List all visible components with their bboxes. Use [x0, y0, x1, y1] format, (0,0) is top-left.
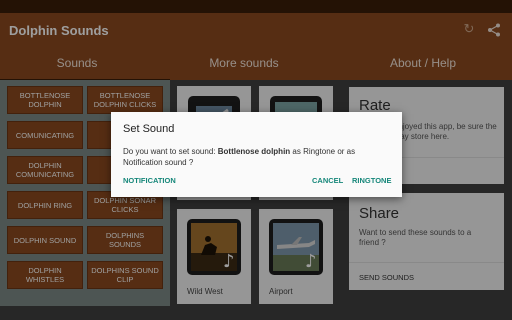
dialog-message: Do you want to set sound: Bottlenose dol…: [123, 146, 393, 168]
cancel-button[interactable]: CANCEL: [312, 176, 343, 185]
dialog-sound-name: Bottlenose dolphin: [217, 147, 291, 156]
set-sound-dialog: Set Sound Do you want to set sound: Bott…: [111, 112, 402, 197]
notification-button[interactable]: NOTIFICATION: [123, 176, 176, 185]
dialog-title: Set Sound: [123, 123, 175, 135]
ringtone-button[interactable]: RINGTONE: [352, 176, 391, 185]
dialog-message-prefix: Do you want to set sound:: [123, 147, 218, 156]
